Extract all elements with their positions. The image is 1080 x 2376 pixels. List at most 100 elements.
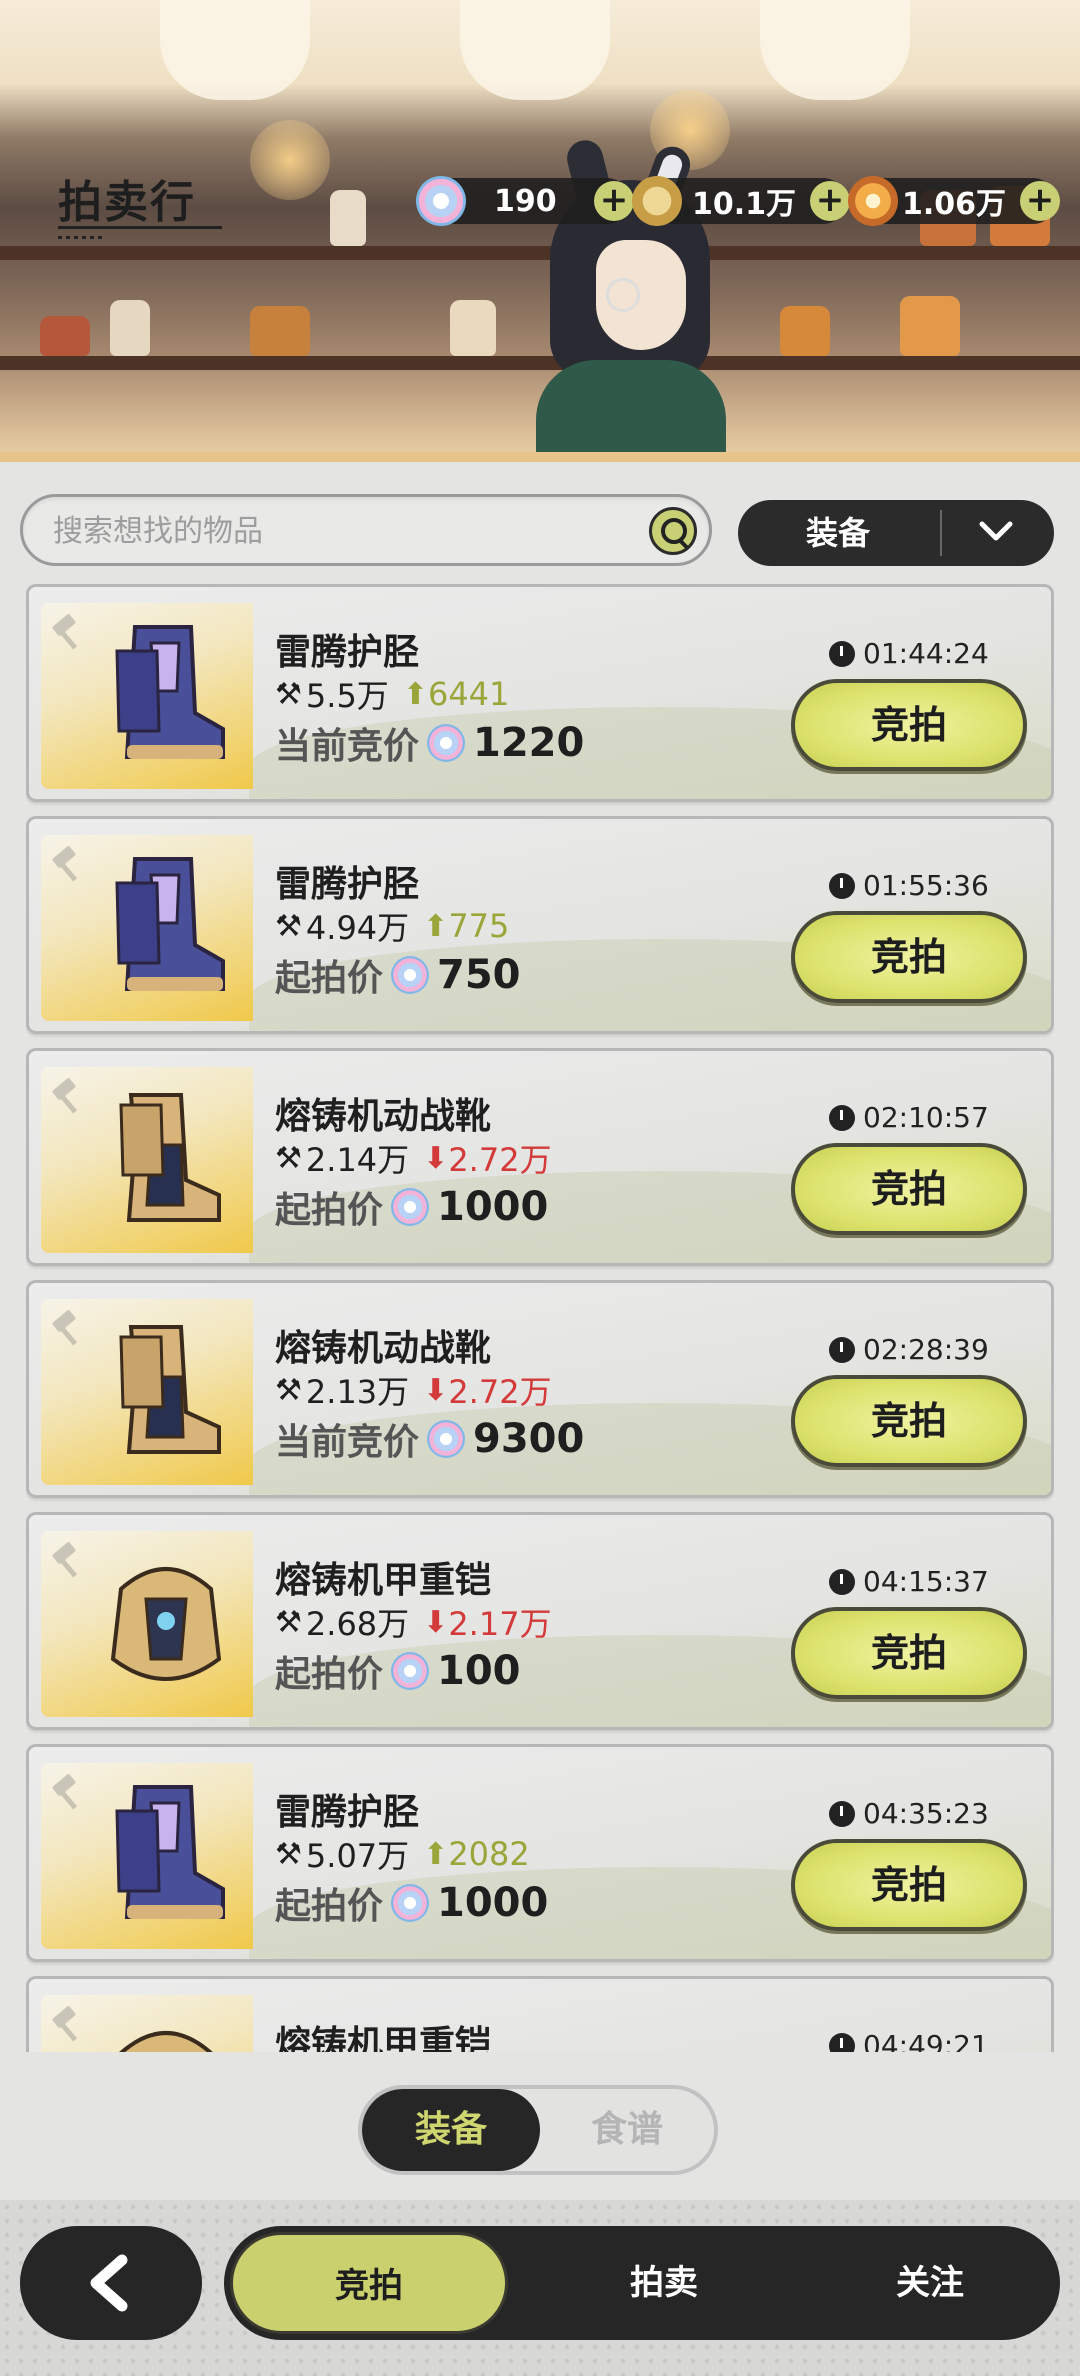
title-underline [58, 226, 222, 229]
nav-watchlist[interactable]: 关注 [790, 2226, 1070, 2340]
tools-icon: ⚒ [275, 1372, 302, 1408]
trend-up-icon: ⬆ [402, 676, 428, 712]
stopwatch-icon [829, 1336, 855, 1363]
jar-decoration [450, 300, 496, 356]
item-thumbnail [41, 1067, 253, 1253]
item-reference-price: ⚒ 2.68万 ⬇ 2.17万 [275, 1599, 552, 1645]
trend-up-icon: ⬆ [423, 908, 449, 944]
countdown-timer: 04:15:37 [829, 1565, 989, 1598]
price-value: 750 [437, 952, 521, 998]
bid-button[interactable]: 竞拍 [791, 679, 1027, 771]
gavel-icon [52, 2006, 78, 2042]
tools-icon: ⚒ [275, 1140, 302, 1176]
npc-coat [536, 360, 726, 462]
countdown-timer: 01:55:36 [829, 869, 989, 902]
reference-price-value: 4.94万 [305, 909, 410, 947]
gem-icon [391, 1884, 430, 1922]
jar-decoration [780, 306, 830, 356]
header-banner: 拍卖行 190 + 10.1万 + 1.06万 + [0, 0, 1080, 462]
current-price: 起拍价 100 [275, 1645, 521, 1697]
item-name: 雷腾护胫 [275, 864, 420, 905]
trend-value: 775 [448, 907, 510, 945]
auction-card[interactable]: 熔铸机甲重铠 ⚒ 2.68万 ⬇ 2.17万 起拍价 100 04:15:37 竞拍 [26, 1512, 1054, 1730]
add-stars-button[interactable]: + [1020, 181, 1060, 221]
item-name: 熔铸机甲重铠 [275, 1560, 492, 1601]
bid-button[interactable]: 竞拍 [791, 1375, 1027, 1467]
item-reference-price: ⚒ 5.07万 ⬆ 2082 [275, 1831, 530, 1877]
countdown-timer: 01:44:24 [829, 637, 989, 670]
auction-card[interactable]: 熔铸机甲重铠 04:49:21 [26, 1976, 1054, 2052]
auction-card[interactable]: 雷腾护胫 ⚒ 4.94万 ⬆ 775 起拍价 750 01:55:36 竞拍 [26, 816, 1054, 1034]
reference-price-value: 5.5万 [305, 677, 389, 715]
item-name: 熔铸机动战靴 [275, 1328, 492, 1369]
price-value: 9300 [473, 1416, 585, 1462]
price-value: 1000 [437, 1184, 549, 1230]
price-label: 当前竞价 [275, 726, 420, 767]
category-dropdown-label: 装备 [805, 514, 870, 552]
trend-down-icon: ⬇ [423, 1140, 449, 1176]
back-button[interactable] [20, 2226, 202, 2340]
tab-equipment[interactable]: 装备 [362, 2089, 540, 2171]
gem-icon [427, 724, 466, 762]
timer-value: 02:10:57 [863, 1101, 989, 1134]
tab-recipes[interactable]: 食谱 [538, 2089, 716, 2171]
reference-price-value: 2.68万 [305, 1605, 410, 1643]
current-price: 当前竞价 9300 [275, 1413, 584, 1465]
reference-price-value: 2.14万 [305, 1141, 410, 1179]
current-price: 起拍价 1000 [275, 1877, 548, 1929]
gavel-icon [52, 1774, 78, 1810]
countdown-timer: 04:35:23 [829, 1797, 989, 1830]
gem-icon [416, 176, 466, 226]
auction-card[interactable]: 熔铸机动战靴 ⚒ 2.13万 ⬇ 2.72万 当前竞价 9300 02:28:39 竞拍 [26, 1280, 1054, 1498]
price-value: 1220 [473, 720, 585, 766]
timer-value: 04:49:21 [863, 2029, 989, 2052]
gem-icon [391, 956, 430, 994]
countdown-timer: 02:28:39 [829, 1333, 989, 1366]
auction-card[interactable]: 雷腾护胫 ⚒ 5.07万 ⬆ 2082 起拍价 1000 04:35:23 竞拍 [26, 1744, 1054, 1962]
category-dropdown[interactable]: 装备 [738, 500, 1054, 566]
price-label: 起拍价 [275, 1654, 384, 1695]
stopwatch-icon [829, 1568, 855, 1595]
add-gems-button[interactable]: + [594, 181, 634, 221]
item-thumbnail [41, 1763, 253, 1949]
trend-value: 2.17万 [448, 1605, 552, 1643]
trend-down-icon: ⬇ [423, 1372, 449, 1408]
trend-value: 2082 [448, 1835, 530, 1873]
auction-card[interactable]: 雷腾护胫 ⚒ 5.5万 ⬆ 6441 当前竞价 1220 01:44:24 竞拍 [26, 584, 1054, 802]
timer-value: 02:28:39 [863, 1333, 989, 1366]
nav-sell[interactable]: 拍卖 [524, 2226, 804, 2340]
search-input[interactable] [53, 509, 653, 553]
search-icon[interactable] [649, 507, 697, 555]
bid-button[interactable]: 竞拍 [791, 1839, 1027, 1931]
currency-gems: 190 + [416, 176, 634, 226]
item-thumbnail [41, 1299, 253, 1485]
currency-coins-value: 10.1万 [692, 187, 797, 222]
gem-icon [427, 1420, 466, 1458]
bid-button[interactable]: 竞拍 [791, 1143, 1027, 1235]
auction-list[interactable]: 雷腾护胫 ⚒ 5.5万 ⬆ 6441 当前竞价 1220 01:44:24 竞拍 雷腾护胫 ⚒ 4.9… [26, 584, 1054, 2052]
search-bar [20, 494, 712, 566]
bid-button[interactable]: 竞拍 [791, 911, 1027, 1003]
lamp-decoration [460, 0, 610, 100]
add-coins-button[interactable]: + [810, 181, 850, 221]
stopwatch-icon [829, 2032, 855, 2052]
jar-decoration [40, 316, 90, 356]
jar-decoration [330, 190, 366, 246]
nav-bid[interactable]: 竞拍 [230, 2232, 508, 2334]
trend-up-icon: ⬆ [423, 1836, 449, 1872]
currency-coins: 10.1万 + [632, 176, 850, 226]
light-glow [250, 120, 330, 200]
star-icon [848, 176, 898, 226]
item-thumbnail [41, 1995, 253, 2052]
gavel-icon [52, 1542, 78, 1578]
bid-button[interactable]: 竞拍 [791, 1607, 1027, 1699]
item-name: 雷腾护胫 [275, 632, 420, 673]
countdown-timer: 04:49:21 [829, 2029, 989, 2052]
reference-price-value: 5.07万 [305, 1837, 410, 1875]
bottom-nav: 竞拍 拍卖 关注 [224, 2226, 1060, 2340]
price-label: 起拍价 [275, 1886, 384, 1927]
price-label: 起拍价 [275, 1190, 384, 1231]
price-value: 1000 [437, 1880, 549, 1926]
item-thumbnail [41, 835, 253, 1021]
auction-card[interactable]: 熔铸机动战靴 ⚒ 2.14万 ⬇ 2.72万 起拍价 1000 02:10:57 竞拍 [26, 1048, 1054, 1266]
